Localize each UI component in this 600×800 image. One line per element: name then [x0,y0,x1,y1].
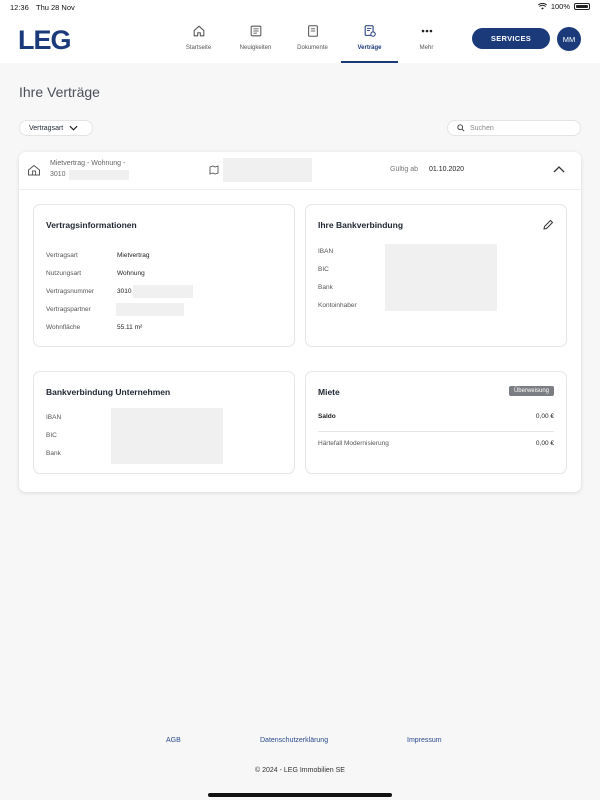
row-label: Vertragsnummer [46,288,95,295]
page-title: Ihre Verträge [19,84,100,100]
app-header: LEG Startseite Neuigkeiten Dokumente Ver… [0,14,600,63]
nav-label: Mehr [419,45,434,51]
search-box[interactable] [447,120,581,136]
main-nav: Startseite Neuigkeiten Dokumente Verträg… [170,14,455,63]
nav-mehr[interactable]: Mehr [398,14,455,63]
nav-vertraege[interactable]: Verträge [341,14,398,63]
row-value: Mietvertrag [117,252,150,259]
redacted-block [116,303,184,316]
row-value: 55.11 m² [117,324,143,331]
status-bar: 12:36 Thu 28 Nov 100% [0,0,600,14]
filter-label: Vertragsart [29,124,64,132]
card-title: Bankverbindung Unternehmen [46,387,171,397]
newspaper-icon [250,25,261,37]
divider [318,431,554,432]
contract-icon [364,25,376,37]
redacted-address [223,158,312,182]
redacted-block [69,170,129,180]
services-button[interactable]: SERVICES [472,28,550,49]
nav-label: Neuigkeiten [239,45,272,51]
copyright: © 2024 - LEG Immobilien SE [255,767,345,774]
contract-header[interactable]: Mietvertrag - Wohnung - 3010 Gültig ab 0… [19,152,581,190]
card-title: Ihre Bankverbindung [318,220,404,230]
row-value: Wohnung [117,270,145,277]
row-label: Bank [46,450,61,457]
chevron-down-icon [69,125,78,131]
search-input[interactable] [470,124,570,132]
chevron-up-icon[interactable] [553,165,565,173]
document-icon [307,25,318,37]
status-right: 100% [537,2,590,11]
status-time: 12:36 [10,3,29,12]
contract-type: Mietvertrag - Wohnung - [50,160,126,167]
leg-logo[interactable]: LEG [18,25,72,56]
nav-dokumente[interactable]: Dokumente [284,14,341,63]
contract-number: 3010 [50,171,66,178]
vertragsart-filter[interactable]: Vertragsart [19,120,93,136]
status-date: Thu 28 Nov [36,3,75,12]
redacted-block [133,285,193,298]
row-label: Vertragsart [46,252,78,259]
card-title: Miete [318,387,340,397]
saldo-label: Saldo [318,413,336,420]
payment-method-badge: Überweisung [508,386,554,396]
row-label: Wohnfläche [46,324,81,331]
bankverbindung-card: Ihre Bankverbindung IBAN BIC Bank Kontoi… [305,204,567,347]
row-value: 3010 [117,288,132,295]
redacted-bank-details [385,244,497,311]
row-label: Bank [318,284,333,291]
haertefall-label: Härtefall Modernisierung [318,440,389,447]
valid-date: 01.10.2020 [429,166,465,173]
footer-link-agb[interactable]: AGB [166,737,181,744]
valid-label: Gültig ab [390,166,419,173]
home-icon [193,25,204,37]
haertefall-value: 0,00 € [535,440,554,447]
avatar[interactable]: MM [557,27,581,51]
battery-icon [574,3,590,10]
more-icon [421,29,432,33]
row-label: BIC [46,432,57,439]
nav-label: Verträge [357,45,382,51]
row-label: Vertragspartner [46,306,91,313]
nav-neuigkeiten[interactable]: Neuigkeiten [227,14,284,63]
row-label: BIC [318,266,329,273]
map-icon [209,165,219,175]
vertragsinformationen-card: Vertragsinformationen Vertragsart Mietve… [33,204,295,347]
wifi-icon [537,3,547,10]
card-title: Vertragsinformationen [46,220,137,230]
row-label: Kontoinhaber [318,302,357,309]
row-label: IBAN [318,248,334,255]
nav-label: Dokumente [297,45,328,51]
nav-startseite[interactable]: Startseite [170,14,227,63]
contract-card: Mietvertrag - Wohnung - 3010 Gültig ab 0… [19,152,581,492]
bankverbindung-unternehmen-card: Bankverbindung Unternehmen IBAN BIC Bank [33,371,295,474]
nav-label: Startseite [185,45,212,51]
battery-percent: 100% [550,2,570,11]
footer-link-impressum[interactable]: Impressum [407,737,442,744]
house-icon [28,164,40,176]
footer-link-datenschutz[interactable]: Datenschutzerklärung [260,737,328,744]
row-label: Nutzungsart [46,270,82,277]
home-indicator[interactable] [208,793,392,797]
search-icon [457,124,465,132]
saldo-value: 0,00 € [535,413,554,420]
redacted-bank-details [111,408,223,464]
pencil-icon[interactable] [542,219,554,231]
miete-card: Miete Überweisung Saldo 0,00 € Härtefall… [305,371,567,474]
row-label: IBAN [46,414,62,421]
